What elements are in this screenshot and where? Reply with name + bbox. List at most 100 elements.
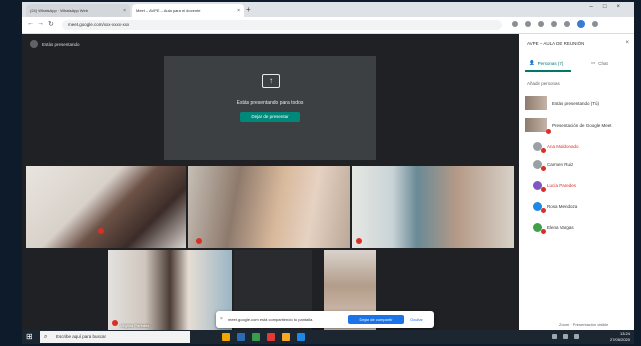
- mic-off-icon: [356, 238, 362, 244]
- mic-off-icon: [541, 208, 546, 213]
- presenter-label: Estás presentando: [30, 40, 80, 48]
- app-icon[interactable]: [252, 333, 260, 341]
- extension-icon[interactable]: [564, 21, 570, 27]
- tab-chat-label: Chat: [598, 60, 608, 66]
- presenter-avatar: [30, 40, 38, 48]
- participant-name: Lucía Paredes: [547, 183, 577, 188]
- system-tray: [552, 334, 579, 339]
- menu-icon[interactable]: [592, 21, 598, 27]
- mic-off-icon: [196, 238, 202, 244]
- mic-off-icon: [541, 187, 546, 192]
- participant-thumbnail: [525, 118, 551, 134]
- app-icon[interactable]: [282, 333, 290, 341]
- extension-icon[interactable]: [512, 21, 518, 27]
- add-people-button[interactable]: Añadir personas: [527, 81, 560, 86]
- mic-off-icon: [541, 148, 546, 153]
- mic-off-icon: [98, 228, 104, 234]
- participant-name: Rosa Mendoza: [547, 204, 578, 209]
- windows-start-icon[interactable]: ⊞: [26, 333, 33, 341]
- avatar: [533, 160, 546, 171]
- close-icon[interactable]: ×: [123, 8, 126, 14]
- window-controls[interactable]: –□×: [590, 4, 630, 10]
- presenting-card: ↑ Estás presentando para todos Dejar de …: [164, 56, 376, 160]
- close-icon[interactable]: ×: [625, 40, 629, 46]
- tab-people-label: Personas (7): [537, 60, 564, 66]
- participant-name: Ana Maldonado: [547, 144, 579, 149]
- video-tile[interactable]: [26, 166, 186, 248]
- address-bar[interactable]: meet.google.com/xxx-xxxx-xxx: [62, 20, 502, 30]
- people-icon: 👤: [529, 60, 535, 65]
- participant-name: Elena Vargas: [547, 225, 574, 230]
- browser-tab-meet[interactable]: Meet – AVPE – Aula para el docente ×: [132, 4, 244, 17]
- meet-stage: Estás presentando ↑ Estás presentando pa…: [22, 34, 519, 330]
- people-panel: AVPE – AULA DE REUNIÓN × 👤 Personas (7) …: [519, 34, 634, 330]
- mic-off-icon: [546, 129, 551, 134]
- presenter-text: Estás presentando: [42, 41, 80, 47]
- search-icon: ⌕: [44, 334, 48, 340]
- extension-icons: [512, 20, 598, 28]
- tab-people[interactable]: 👤 Personas (7): [529, 60, 563, 66]
- participant-name: Estás presentando (Tú): [552, 100, 600, 106]
- close-icon[interactable]: ×: [237, 8, 240, 14]
- reload-icon[interactable]: ↻: [48, 20, 54, 28]
- panel-caption: Zoom · Presentación visible: [559, 322, 609, 327]
- extension-icon[interactable]: [538, 21, 544, 27]
- new-tab-button[interactable]: +: [246, 5, 251, 14]
- taskbar-apps: [222, 333, 305, 341]
- participant-row[interactable]: Estás presentando (Tú): [525, 96, 629, 110]
- chat-icon: ▭: [591, 60, 596, 65]
- panel-title: AVPE – AULA DE REUNIÓN: [527, 41, 585, 46]
- video-tile[interactable]: [188, 166, 350, 248]
- browser-tabbar: (24) WhatsApp · WhatsApp Web × Meet – AV…: [22, 2, 634, 17]
- share-message: meet.google.com está compartiendo tu pan…: [228, 317, 314, 322]
- mic-off-icon: [541, 166, 546, 171]
- clock-date: 27/05/2020: [609, 336, 630, 342]
- avatar: [533, 223, 546, 234]
- close-icon[interactable]: ×: [220, 316, 223, 322]
- volume-icon[interactable]: [563, 334, 568, 339]
- participant-row[interactable]: Rosa Mendoza: [533, 202, 629, 213]
- tile-name: Virginia Paredes: [120, 323, 150, 328]
- stop-presenting-button[interactable]: Dejar de presentar: [240, 112, 300, 122]
- participant-row[interactable]: Ana Maldonado: [533, 142, 629, 153]
- extension-icon[interactable]: [525, 21, 531, 27]
- tab-chat[interactable]: ▭ Chat: [591, 60, 608, 66]
- mic-off-icon: [541, 229, 546, 234]
- app-icon[interactable]: [267, 333, 275, 341]
- language-icon[interactable]: [574, 334, 579, 339]
- avatar: [533, 142, 546, 153]
- tab-label: Meet – AVPE – Aula para el docente: [136, 8, 201, 13]
- desktop-screen: (24) WhatsApp · WhatsApp Web × Meet – AV…: [22, 2, 634, 344]
- tab-label: (24) WhatsApp · WhatsApp Web: [30, 8, 88, 13]
- participant-row[interactable]: Elena Vargas: [533, 223, 629, 234]
- search-placeholder: Escribe aquí para buscar: [56, 334, 107, 339]
- stop-sharing-button[interactable]: Dejar de compartir: [348, 315, 404, 324]
- extension-icon[interactable]: [551, 21, 557, 27]
- taskbar: ⊞ ⌕ Escribe aquí para buscar 13:24 27/05…: [22, 330, 634, 344]
- presenting-text: Estás presentando para todos: [236, 100, 304, 106]
- participant-thumbnail: [525, 96, 547, 110]
- mic-off-icon: [112, 320, 118, 326]
- taskbar-search[interactable]: ⌕ Escribe aquí para buscar: [40, 331, 190, 343]
- participant-row[interactable]: Presentación de Google Meet: [525, 118, 629, 134]
- clock[interactable]: 13:24 27/05/2020: [610, 331, 630, 342]
- present-screen-icon: ↑: [262, 74, 280, 88]
- avatar: [533, 202, 546, 213]
- browser-toolbar: ← → ↻ meet.google.com/xxx-xxxx-xxx: [22, 17, 634, 34]
- hide-button[interactable]: Ocultar: [410, 317, 423, 322]
- avatar[interactable]: [577, 20, 585, 28]
- network-icon[interactable]: [552, 334, 557, 339]
- app-icon[interactable]: [297, 333, 305, 341]
- avatar: [533, 181, 546, 192]
- browser-tab-whatsapp[interactable]: (24) WhatsApp · WhatsApp Web ×: [26, 4, 130, 17]
- app-icon[interactable]: [237, 333, 245, 341]
- screen-share-notification: × meet.google.com está compartiendo tu p…: [216, 311, 434, 328]
- video-tile[interactable]: Virginia Paredes: [108, 250, 232, 330]
- participant-row[interactable]: Lucía Paredes: [533, 181, 629, 192]
- video-tile[interactable]: [352, 166, 514, 248]
- app-icon[interactable]: [222, 333, 230, 341]
- participant-row[interactable]: Carmen Ruiz: [533, 160, 629, 171]
- forward-icon[interactable]: →: [37, 20, 44, 27]
- active-tab-indicator: [525, 70, 571, 72]
- back-icon[interactable]: ←: [27, 20, 34, 27]
